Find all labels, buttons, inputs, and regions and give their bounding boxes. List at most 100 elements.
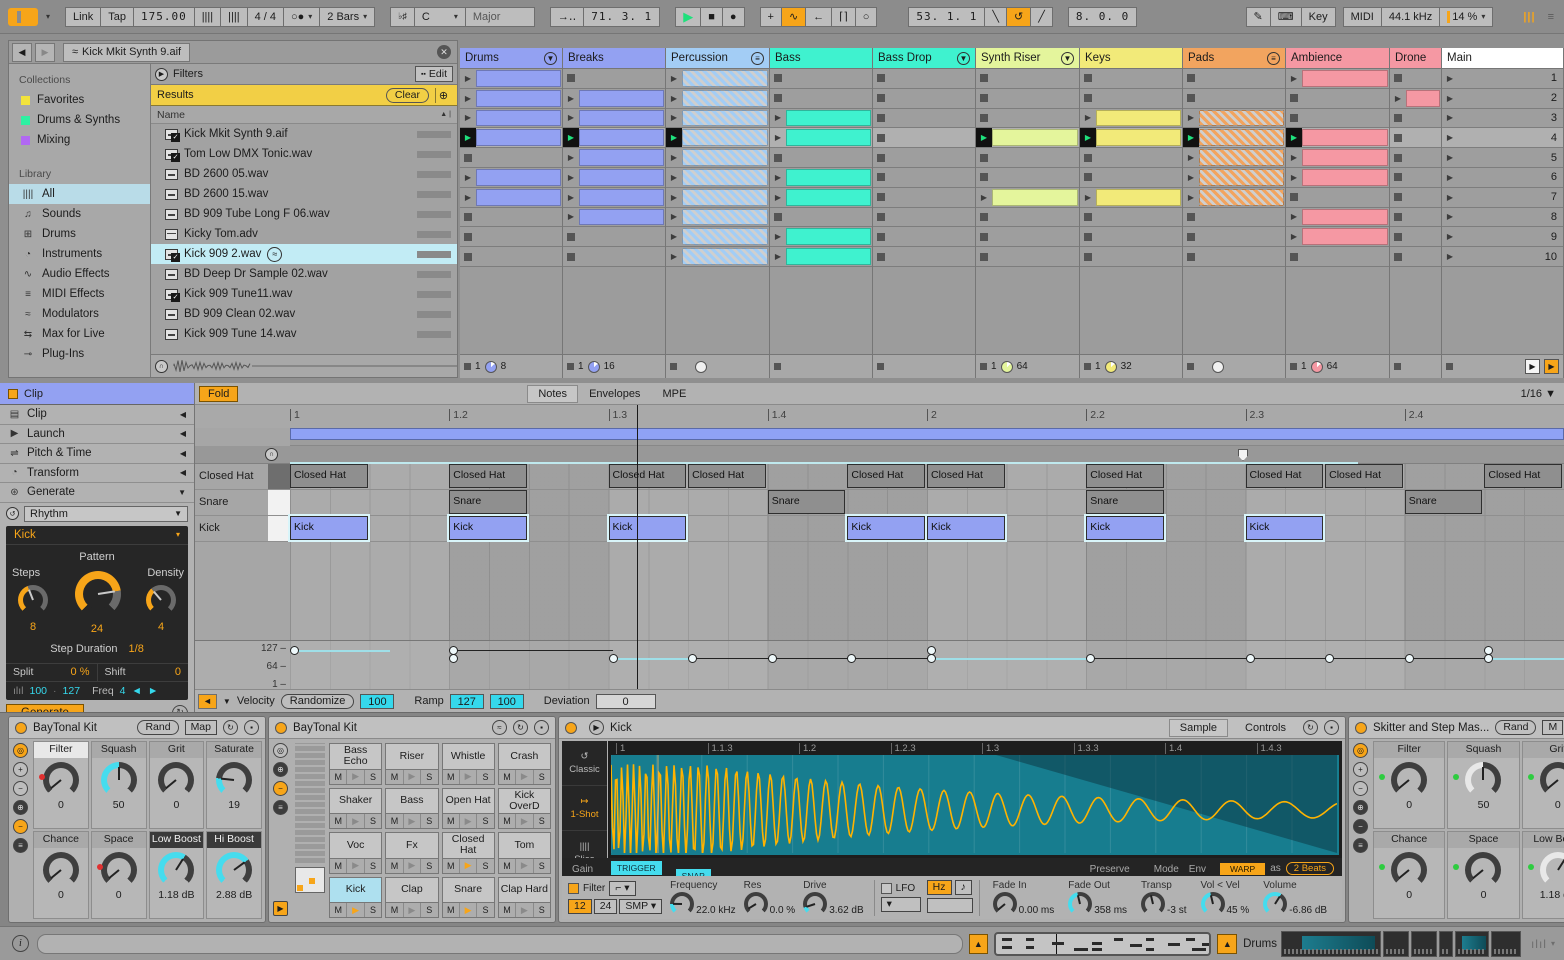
punch-out-button[interactable]: ╱ (1030, 6, 1053, 27)
clip-overview-toggle[interactable]: ▲ (968, 933, 989, 954)
velocity-marker[interactable] (608, 654, 618, 664)
clip-slot[interactable] (563, 69, 665, 89)
ableton-logo[interactable] (8, 7, 38, 26)
param-value[interactable]: 3.62 dB (829, 905, 863, 916)
ramp-from-field[interactable]: 127 (449, 693, 484, 709)
clip-slot[interactable] (770, 207, 872, 228)
macro-chance[interactable]: Chance 0 (33, 831, 89, 919)
clip-body[interactable] (1199, 109, 1284, 127)
undo-icon[interactable]: ↻ (1303, 720, 1318, 735)
macro-knob[interactable] (1465, 762, 1502, 798)
track-status-cell[interactable]: ▶ ▶ (1442, 354, 1563, 378)
pad-mute-button[interactable]: M (386, 814, 404, 828)
hot-swap-icon[interactable]: ≈ (492, 720, 507, 735)
file-row[interactable]: Kicky Tom.adv (151, 224, 457, 244)
macro-knob[interactable] (42, 852, 79, 888)
midi-note[interactable]: Snare (767, 490, 846, 514)
track-stop-icon[interactable] (670, 363, 677, 370)
pad-mute-button[interactable]: M (330, 903, 348, 917)
scene-launch-icon[interactable]: ▶ (1442, 69, 1458, 88)
play-button[interactable]: ▶ (675, 6, 702, 27)
clip-slot[interactable] (976, 88, 1079, 109)
drum-pad-whistle[interactable]: Whistle M ▶ S (441, 743, 495, 785)
track-status-cell[interactable]: 1 64 (976, 354, 1079, 378)
pad-overview-minimap[interactable] (295, 867, 325, 893)
clip-stop-icon[interactable] (980, 173, 988, 182)
clip-body[interactable] (1302, 208, 1388, 226)
clip-stop-icon[interactable] (980, 252, 988, 261)
track-status-cell[interactable] (1183, 354, 1285, 378)
midi-note[interactable]: Snare (1086, 490, 1164, 514)
macro-knob[interactable] (158, 762, 195, 798)
snapshot-icon[interactable]: ⊕ (1353, 800, 1368, 815)
clip-stop-icon[interactable] (567, 74, 575, 83)
clip-stop-icon[interactable] (1394, 212, 1402, 221)
file-row[interactable]: Kick 909 2.wav ≈ (151, 244, 457, 264)
clip-color-swatch[interactable] (8, 388, 18, 399)
automation-arm-button[interactable]: ∿ (780, 6, 807, 27)
clip-launch-icon[interactable]: ▶ (666, 148, 682, 167)
clip-launch-icon[interactable]: ▶ (976, 128, 992, 148)
midi-note[interactable]: Kick (1086, 516, 1164, 540)
clip-slot[interactable]: ▶ (1183, 128, 1285, 149)
pad-solo-button[interactable]: S (533, 858, 551, 873)
metronome-toggle[interactable]: ○● ▾ (282, 6, 321, 27)
clip-body[interactable] (992, 129, 1078, 147)
step-duration-value[interactable]: 1/8 (129, 643, 144, 655)
param-value[interactable]: 0.00 ms (1019, 905, 1055, 916)
clip-stop-icon[interactable] (1084, 153, 1092, 162)
loop-start-field[interactable]: 53. 1. 1 (908, 6, 986, 27)
macro-value[interactable]: 0 (58, 889, 64, 901)
clip-slot[interactable] (1183, 69, 1285, 89)
file-row[interactable]: BD 2600 15.wav (151, 184, 457, 204)
clip-slot[interactable] (1080, 247, 1182, 267)
rand-button[interactable]: Rand (137, 720, 179, 735)
clip-stop-icon[interactable] (1394, 232, 1402, 241)
drum-pad-kick[interactable]: Kick M ▶ S (329, 876, 383, 918)
simpler-tab-controls[interactable]: Controls (1234, 719, 1297, 737)
midi-note[interactable]: Kick (1245, 516, 1324, 540)
pad-mute-button[interactable]: M (330, 769, 348, 784)
draw-mode-button[interactable]: ✎ (1245, 6, 1271, 27)
clip-slot[interactable]: ▶ (666, 247, 769, 267)
quantization-menu[interactable]: 2 Bars ▾ (319, 6, 376, 27)
drum-pad-name[interactable]: Clap (386, 877, 438, 902)
pad-mute-button[interactable]: M (330, 814, 348, 828)
hz-button[interactable]: Hz (926, 879, 952, 895)
macro-variations-icon[interactable]: ◎ (273, 743, 288, 758)
scene-slot[interactable]: ▶ 6 (1442, 167, 1563, 188)
pad-solo-button[interactable]: S (421, 769, 438, 784)
clip-launch-icon[interactable]: ▶ (1183, 188, 1199, 207)
track-stop-icon[interactable] (567, 363, 574, 370)
clip-slot[interactable] (770, 69, 872, 89)
macro-knob[interactable] (100, 852, 137, 888)
clip-body[interactable] (476, 188, 561, 206)
track-chevron-icon[interactable]: ▼ (1061, 51, 1074, 65)
scene-slot[interactable]: ▶ 2 (1442, 88, 1563, 109)
clip-slot[interactable]: ▶ (976, 128, 1079, 149)
drum-pad-snare[interactable]: Snare M ▶ S (441, 876, 495, 918)
sidebar-item-favorites[interactable]: Favorites (9, 90, 150, 110)
back-to-arrangement-icon[interactable]: ▶ (1544, 359, 1559, 374)
clip-slot[interactable] (1390, 148, 1441, 168)
mode-1-shot[interactable]: ↦ 1-Shot (562, 786, 607, 831)
device-title-bar[interactable]: Skitter and Step Mas...RandM↻▪ (1349, 717, 1564, 739)
macro-variations-icon[interactable]: ◎ (13, 743, 28, 758)
clip-slot[interactable]: ▶ (460, 128, 562, 149)
clip-stop-icon[interactable] (1394, 173, 1402, 182)
rand-button[interactable]: Rand (1495, 720, 1537, 735)
clip-slot[interactable]: ▶ (563, 128, 665, 149)
param-value[interactable]: -6.86 dB (1289, 905, 1327, 916)
macro-knob[interactable] (1391, 762, 1428, 798)
clip-body[interactable] (682, 149, 768, 166)
section-expand-icon[interactable]: ◀ (180, 429, 186, 438)
pad-play-button[interactable]: ▶ (516, 814, 534, 828)
scale-name-menu[interactable]: Major (464, 6, 535, 27)
back-to-arrangement-alt-icon[interactable]: ▶ (1525, 359, 1540, 374)
sidebar-item-modulators[interactable]: ≈ Modulators (9, 304, 150, 324)
macro-value[interactable]: 0 (1481, 889, 1487, 901)
clip-launch-icon[interactable]: ▶ (770, 128, 786, 147)
pad-solo-button[interactable]: S (533, 769, 551, 784)
clip-slot[interactable]: ▶ (563, 88, 665, 109)
macro-saturate[interactable]: Saturate 19 (206, 741, 262, 829)
